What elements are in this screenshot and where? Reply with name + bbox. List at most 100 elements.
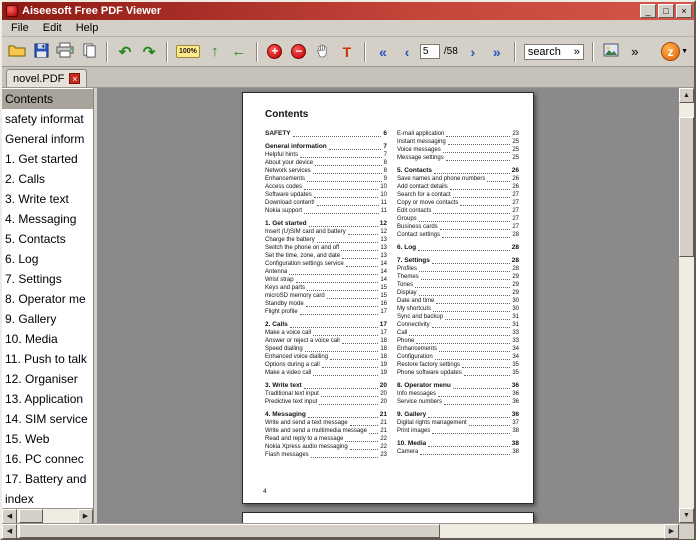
sidebar-item[interactable]: 15. Web [2, 429, 93, 449]
sidebar-item[interactable]: 11. Push to talk [2, 349, 93, 369]
toc-entry: 9. Gallery36 [397, 411, 519, 419]
scrollbar-corner [679, 524, 694, 539]
scroll-left-button[interactable]: ◀ [2, 509, 17, 524]
scroll-up-button[interactable]: ▲ [679, 88, 694, 103]
sidebar-item[interactable]: 12. Organiser [2, 369, 93, 389]
scroll-left-button[interactable]: ◀ [2, 524, 17, 539]
toc-entry: Connectivity31 [397, 321, 519, 329]
hscroll-thumb[interactable] [19, 524, 440, 538]
pages-button[interactable] [78, 40, 100, 64]
close-button[interactable]: × [676, 4, 692, 18]
last-page-button[interactable]: » [486, 40, 508, 64]
sidebar-hscrollbar[interactable]: ◀ ▶ [2, 508, 93, 523]
page-title: Contents [265, 109, 533, 120]
hand-tool-button[interactable] [312, 40, 334, 64]
toc-entry: Date and time30 [397, 297, 519, 305]
pdf-page[interactable]: Contents SAFETY6General information7Help… [242, 92, 534, 504]
pdf-page-next[interactable]: Video39 15. Web45 [242, 512, 534, 523]
sidebar-item[interactable]: 3. Write text [2, 189, 93, 209]
prev-page-button[interactable]: ‹ [396, 40, 418, 64]
text-tool-icon: T [343, 44, 352, 60]
rotate-left-button[interactable]: ↶ [114, 40, 136, 64]
toc-entry: 4. Messaging21 [265, 411, 387, 419]
minimize-button[interactable]: _ [640, 4, 656, 18]
snapshot-button[interactable] [600, 40, 622, 64]
toc-entry: Add contact details26 [397, 183, 519, 191]
sidebar-item[interactable]: 2. Calls [2, 169, 93, 189]
toc-entry: Display29 [397, 289, 519, 297]
save-button[interactable] [30, 40, 52, 64]
search-input[interactable]: search » [524, 44, 584, 60]
vertical-scrollbar[interactable]: ▲ ▼ [679, 88, 694, 523]
sidebar-item[interactable]: 16. PC connec [2, 449, 93, 469]
toc-entry: Switch the phone on and off13 [265, 244, 387, 252]
bookmarks-panel: Contentssafety informatGeneral inform1. … [2, 88, 94, 523]
toc-entry: Sync and backup31 [397, 313, 519, 321]
toc-entry: My shortcuts30 [397, 305, 519, 313]
rotate-right-button[interactable]: ↷ [138, 40, 160, 64]
main-content: Contentssafety informatGeneral inform1. … [2, 88, 694, 523]
toolbar-overflow-button[interactable]: » [624, 40, 646, 64]
hscroll-track[interactable] [17, 524, 664, 538]
sidebar-item[interactable]: 10. Media [2, 329, 93, 349]
scroll-down-button[interactable]: ▼ [679, 508, 694, 523]
zoom-out-button[interactable]: − [288, 40, 310, 64]
sidebar-item[interactable]: 5. Contacts [2, 229, 93, 249]
sidebar-item[interactable]: General inform [2, 129, 93, 149]
sidebar-scroll-track[interactable] [17, 509, 78, 523]
toc-entry: Message settings25 [397, 154, 519, 162]
page-number-input[interactable] [420, 44, 440, 59]
sidebar-item[interactable]: 7. Settings [2, 269, 93, 289]
tab-novel-pdf[interactable]: novel.PDF × [6, 69, 87, 87]
sidebar-item[interactable]: 9. Gallery [2, 309, 93, 329]
sidebar-item[interactable]: 1. Get started [2, 149, 93, 169]
sidebar-item[interactable]: 4. Messaging [2, 209, 93, 229]
sidebar-item[interactable]: index [2, 489, 93, 508]
toc-entry: Search for a contact27 [397, 191, 519, 199]
menu-edit[interactable]: Edit [36, 20, 69, 36]
vscroll-track[interactable] [679, 103, 694, 508]
scroll-right-button[interactable]: ▶ [664, 524, 679, 539]
toc-entry: Make a voice call17 [265, 329, 387, 337]
sidebar-item[interactable]: 14. SIM service [2, 409, 93, 429]
toolbar-separator [514, 42, 516, 62]
zoom-in-button[interactable]: + [264, 40, 286, 64]
print-button[interactable] [54, 40, 76, 64]
aiseesoft-logo-button[interactable]: z ▼ [659, 40, 690, 64]
toc-entry: Info messages36 [397, 390, 519, 398]
fit-height-button[interactable]: ↑ [204, 40, 226, 64]
sidebar-item[interactable]: 6. Log [2, 249, 93, 269]
zoom-out-icon: − [291, 44, 306, 59]
last-page-icon: » [493, 44, 501, 60]
scroll-right-button[interactable]: ▶ [78, 509, 93, 524]
open-button[interactable] [6, 40, 28, 64]
toc-entry: Nokia Xpress audio messaging22 [265, 443, 387, 451]
sidebar-item[interactable]: 13. Application [2, 389, 93, 409]
sidebar-item[interactable]: 8. Operator me [2, 289, 93, 309]
sidebar-item[interactable]: 17. Battery and [2, 469, 93, 489]
text-tool-button[interactable]: T [336, 40, 358, 64]
first-page-icon: « [379, 44, 387, 60]
horizontal-scrollbar[interactable]: ◀ ▶ [2, 523, 694, 538]
toc-entry: Software updates10 [265, 191, 387, 199]
fit-width-button[interactable]: ← [228, 40, 250, 64]
toc-entry: About your device8 [265, 159, 387, 167]
actual-size-button[interactable]: 100% [174, 40, 202, 64]
toc-entry: Service numbers36 [397, 398, 519, 406]
tab-close-icon[interactable]: × [69, 73, 80, 84]
toc-entry: Groups27 [397, 215, 519, 223]
sidebar-item[interactable]: Contents [2, 89, 93, 109]
tab-label: novel.PDF [13, 73, 64, 85]
toc-entry: Instant messaging25 [397, 138, 519, 146]
sidebar-item[interactable]: safety informat [2, 109, 93, 129]
menu-bar: File Edit Help [2, 20, 694, 37]
vscroll-thumb[interactable] [679, 117, 694, 257]
toolbar-separator [364, 42, 366, 62]
next-page-button[interactable]: › [462, 40, 484, 64]
first-page-button[interactable]: « [372, 40, 394, 64]
menu-help[interactable]: Help [69, 20, 106, 36]
menu-file[interactable]: File [4, 20, 36, 36]
toc-entry: Access codes10 [265, 183, 387, 191]
maximize-button[interactable]: □ [658, 4, 674, 18]
sidebar-scroll-thumb[interactable] [19, 509, 43, 523]
